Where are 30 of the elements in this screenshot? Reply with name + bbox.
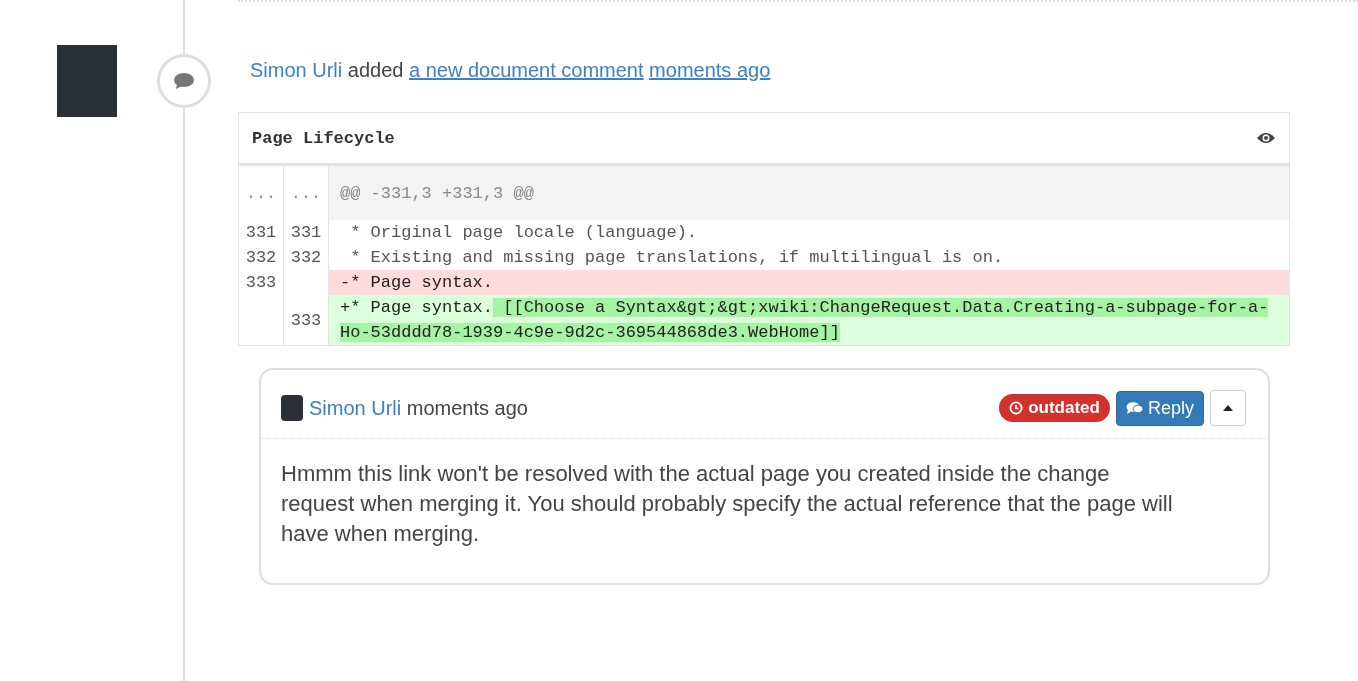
hunk-header: @@ -331,3 +331,3 @@	[340, 182, 535, 205]
caret-up-icon	[1223, 405, 1233, 411]
diff-title: Page Lifecycle	[252, 128, 395, 148]
time-link[interactable]: moments ago	[649, 59, 771, 81]
line-number: 332	[290, 248, 322, 267]
author-link[interactable]: Simon Urli	[250, 59, 343, 81]
comment-meta: Simon Urli moments ago	[309, 396, 528, 420]
line-number: 331	[245, 223, 277, 242]
avatar-photo-placeholder	[281, 395, 303, 421]
code-line: * Existing and missing page translations, if multilingual is on.	[349, 247, 1005, 269]
clock-icon	[1009, 401, 1024, 415]
code-line: * Original page locale (language).	[349, 222, 699, 244]
line-number: 332	[245, 248, 277, 267]
author-link[interactable]: Simon Urli	[309, 396, 402, 419]
speech-bubbles-icon	[1125, 401, 1144, 415]
speech-bubble-icon	[173, 72, 195, 90]
line-number: ...	[290, 183, 322, 203]
comment-link[interactable]: a new document comment	[409, 59, 644, 81]
eye-icon[interactable]	[1256, 131, 1276, 145]
collapse-button[interactable]	[1210, 390, 1246, 426]
comment-text: Hmmm this link won't be resolved with the actual page you created inside the change request when merging it. You should probably specify the actual reference that the page will have when merging.	[280, 460, 1174, 548]
reply-button[interactable]: Reply	[1115, 390, 1204, 426]
line-number: 333	[290, 310, 322, 330]
line-number: 331	[290, 223, 322, 242]
avatar-photo-placeholder	[57, 45, 117, 117]
removed-line: -* Page syntax.	[340, 272, 495, 294]
activity-summary: Simon Urli added a new document comment moments ago	[250, 58, 772, 83]
line-number: ...	[245, 183, 277, 203]
line-number: 333	[245, 273, 277, 292]
outdated-badge: outdated	[999, 394, 1110, 422]
